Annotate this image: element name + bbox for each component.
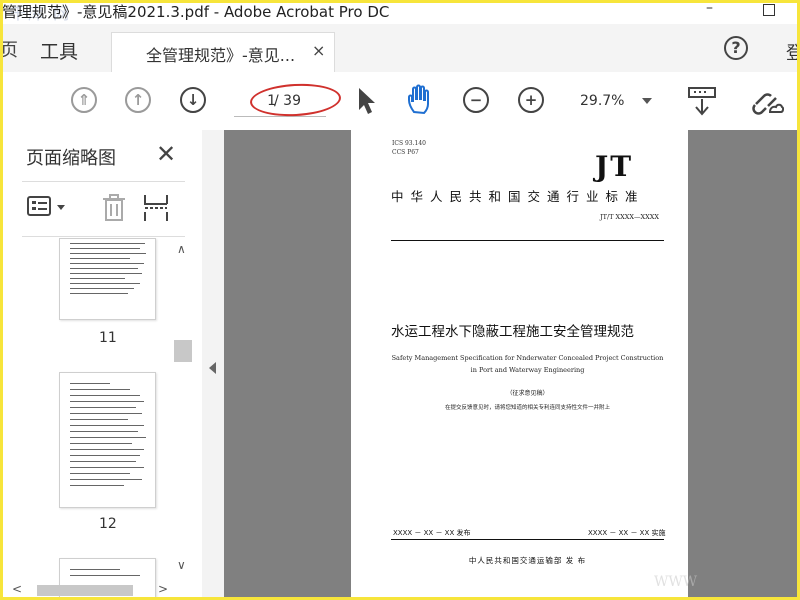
zoom-in-icon[interactable]: +	[518, 87, 544, 113]
tab-tools[interactable]: 工具	[40, 37, 78, 64]
tab-home[interactable]: 页	[0, 36, 18, 62]
issue-date: XXXX － XX － XX 发布	[393, 529, 471, 537]
vertical-scrollbar[interactable]: ∧ ∨	[173, 242, 193, 580]
thumbnail-label: 11	[99, 330, 117, 346]
scroll-up-icon[interactable]: ∧	[177, 242, 186, 256]
thumbnail-page-12[interactable]	[59, 372, 156, 508]
thumbnail-label: 12	[99, 516, 117, 532]
panel-title: 页面缩略图	[26, 148, 116, 169]
document-view[interactable]: ICS 93.140 CCS P67 JT 中华人民共和国交通行业标准 JT/T…	[224, 130, 800, 600]
title-bar: 千库 网 管理规范》-意见稿2021.3.pdf - Adobe Acrobat…	[0, 0, 800, 24]
sign-in-button[interactable]: 登	[786, 39, 800, 65]
scroll-down-icon[interactable]: ∨	[177, 558, 186, 572]
footer-rule	[391, 539, 664, 540]
window-title: 管理规范》-意见稿2021.3.pdf - Adobe Acrobat Pro …	[2, 3, 390, 21]
share-link-icon[interactable]	[752, 86, 784, 116]
standard-logo: JT	[595, 150, 634, 183]
ics-code: ICS 93.140 CCS P67	[392, 139, 426, 157]
prev-page-icon[interactable]: ↑	[125, 87, 151, 113]
minimize-button[interactable]: –	[706, 0, 713, 16]
scrollbar-thumb[interactable]	[174, 340, 192, 362]
panel-collapse-strip[interactable]	[202, 130, 225, 600]
pdf-page: ICS 93.140 CCS P67 JT 中华人民共和国交通行业标准 JT/T…	[351, 130, 688, 600]
english-title-line: in Port and Waterway Engineering	[470, 366, 585, 374]
options-icon[interactable]	[27, 196, 51, 216]
horizontal-scrollbar[interactable]: < >	[0, 582, 202, 600]
corner-watermark: WWW	[654, 574, 698, 590]
tab-document-label: 全管理规范》-意见...	[146, 46, 296, 65]
scroll-right-icon[interactable]: >	[158, 582, 168, 596]
help-icon[interactable]: ?	[724, 36, 748, 60]
thumbnail-list: 11 12	[0, 238, 202, 600]
zoom-level[interactable]: 29.7%	[580, 93, 624, 109]
panel-toolbar	[0, 182, 202, 236]
options-dropdown-icon[interactable]	[57, 205, 65, 210]
page-thumbnails-panel: 页面缩略图 ✕ 11 12 ∧ ∨ < >	[0, 130, 203, 600]
standard-category: 中华人民共和国交通行业标准	[391, 189, 645, 204]
english-title-line: Safety Management Specification for Nnde…	[391, 354, 664, 362]
document-title: 水运工程水下隐蔽工程施工安全管理规范	[391, 324, 634, 340]
tab-bar: 页 工具 全管理规范》-意见... × ? 登	[0, 24, 800, 73]
maximize-button[interactable]	[763, 4, 775, 16]
tab-document[interactable]: 全管理规范》-意见... ×	[111, 32, 335, 73]
first-page-icon[interactable]: ⇑	[71, 87, 97, 113]
scrollbar-thumb[interactable]	[37, 585, 133, 596]
collapse-arrow-icon[interactable]	[209, 362, 216, 374]
zoom-out-icon[interactable]: −	[463, 87, 489, 113]
issuing-authority: 中人民共和国交通运输部 发 布	[468, 556, 587, 565]
toolbar: ⇑ ↑ ↓ / 39 − + 29.7%	[0, 72, 800, 131]
crop-pages-icon[interactable]	[143, 194, 169, 222]
patent-note: 在提交反馈意见时，请将您知道的相关专利连同支持性文件一并附上	[444, 405, 610, 411]
draft-label: （征求意见稿）	[506, 390, 549, 397]
standard-number: JT/T XXXX—XXXX	[600, 213, 660, 221]
hand-tool-icon[interactable]	[406, 84, 436, 116]
english-title: Safety Management Specification for Nnde…	[391, 352, 664, 376]
header-rule	[391, 240, 664, 241]
thumbnail-page-11[interactable]	[59, 238, 156, 320]
ccs-line: CCS P67	[392, 149, 419, 156]
divider	[22, 236, 185, 237]
delete-icon[interactable]	[102, 194, 126, 222]
page-scroll-icon[interactable]	[688, 86, 716, 116]
implementation-date: XXXX － XX － XX 实施	[588, 529, 666, 537]
panel-close-icon[interactable]: ✕	[156, 140, 176, 168]
scroll-left-icon[interactable]: <	[12, 582, 22, 596]
zoom-dropdown-icon[interactable]	[642, 98, 652, 104]
tab-close-icon[interactable]: ×	[312, 41, 325, 60]
ics-line: ICS 93.140	[392, 140, 426, 147]
next-page-icon[interactable]: ↓	[180, 87, 206, 113]
select-tool-icon[interactable]	[357, 87, 377, 115]
